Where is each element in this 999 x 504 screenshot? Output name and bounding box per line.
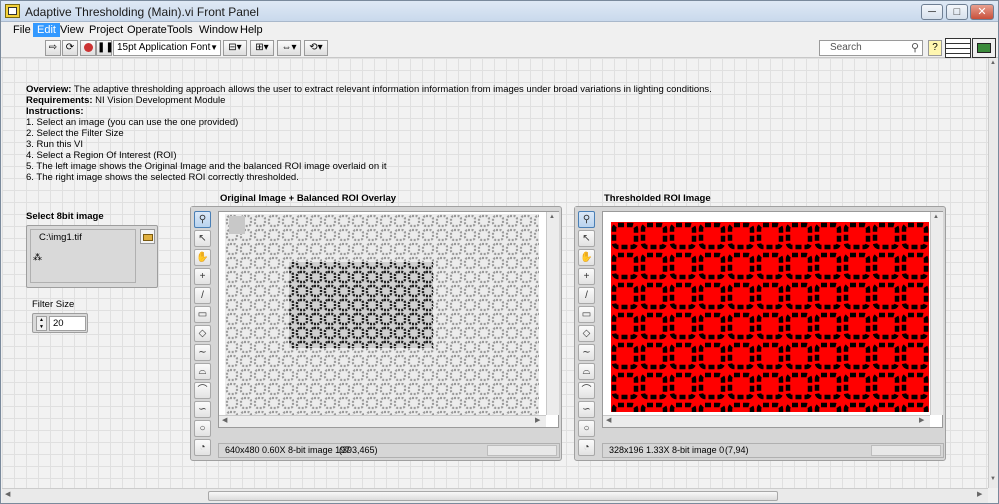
left-vertical-scrollbar[interactable]: ▲ <box>546 212 559 415</box>
labview-app-icon <box>5 4 20 18</box>
right-status-bar: 328x196 1.33X 8-bit image 0 (7,94) <box>602 443 944 458</box>
freehand-region-icon[interactable]: ∽ <box>194 401 211 418</box>
instructions-label: Instructions: <box>26 106 84 117</box>
font-selector[interactable]: 15pt Application Font ▼ <box>113 40 221 56</box>
thresholded-image-display: ⚲ ↖ ✋ + / ▭ ◇ ∼ ⌓ ⌒ ∽ ○ ◔ ▲ ◀ ▶ 328x196 … <box>574 206 946 461</box>
right-horizontal-scrollbar[interactable]: ◀ ▶ <box>603 415 930 427</box>
align-objects-icon[interactable]: ⊟▾ <box>223 40 247 56</box>
requirements-text: NI Vision Development Module <box>92 95 226 106</box>
image-path-control: C:\img1.tif ⁂ <box>26 225 158 288</box>
rectangle-icon[interactable]: ▭ <box>578 306 595 323</box>
menu-view[interactable]: View <box>56 23 88 37</box>
line-icon[interactable]: / <box>578 287 595 304</box>
zoom-icon[interactable]: ⚲ <box>578 211 595 228</box>
rotated-rect-icon[interactable]: ◇ <box>578 325 595 342</box>
image-path-value: C:\img1.tif <box>39 232 82 243</box>
run-continuously-button[interactable]: ⟳ <box>62 40 78 56</box>
toolbar: ⇨ ⟳ ❚❚ 15pt Application Font ▼ ⊟▾ ⊞▾ ⇔▾ ⟲… <box>1 38 998 58</box>
reorder-icon[interactable]: ⟲▾ <box>304 40 328 56</box>
pan-icon[interactable]: ✋ <box>194 249 211 266</box>
panel-vertical-scrollbar[interactable]: ▲ ▼ <box>988 58 998 488</box>
instruction-step: 6. The right image shows the selected RO… <box>26 172 299 183</box>
left-display-title: Original Image + Balanced ROI Overlay <box>220 193 397 204</box>
instruction-step: 3. Run this VI <box>26 139 84 150</box>
pointer-icon[interactable]: ↖ <box>578 230 595 247</box>
instruction-step: 1. Select an image (you can use the one … <box>26 117 239 128</box>
help-icon[interactable]: ? <box>928 40 942 56</box>
connector-pane-icon[interactable] <box>945 38 971 58</box>
original-image <box>225 214 539 417</box>
resize-objects-icon[interactable]: ⇔▾ <box>277 40 301 56</box>
crosshair-icon[interactable]: + <box>194 268 211 285</box>
filter-size-control: ▲ ▼ 20 <box>32 313 88 333</box>
annulus-arc-icon[interactable]: ⌓ <box>578 363 595 380</box>
right-vertical-scrollbar[interactable]: ▲ <box>930 212 943 415</box>
horizontal-scroll-thumb[interactable] <box>208 491 778 501</box>
original-image-canvas[interactable]: ▲ ◀ ▶ <box>218 211 559 428</box>
vi-icon[interactable] <box>972 38 996 58</box>
annulus-arc-icon[interactable]: ⌓ <box>194 363 211 380</box>
folder-icon <box>143 234 153 241</box>
left-horizontal-scrollbar[interactable]: ◀ ▶ <box>219 415 546 427</box>
overview-label: Overview: <box>26 84 72 95</box>
left-status-coords: (393,465) <box>339 445 378 455</box>
filter-size-label: Filter Size <box>32 299 75 310</box>
right-display-title: Thresholded ROI Image <box>604 193 711 204</box>
freehand-line-icon[interactable]: ∼ <box>194 344 211 361</box>
filter-size-input[interactable]: 20 <box>49 316 86 331</box>
image-path-field[interactable]: C:\img1.tif ⁂ <box>30 229 136 283</box>
close-button[interactable]: ✕ <box>970 4 994 20</box>
right-status-coords: (7,94) <box>725 445 749 455</box>
annulus-icon[interactable]: ◔ <box>578 439 595 456</box>
abort-button[interactable] <box>80 40 96 56</box>
polyline-icon[interactable]: ⌒ <box>578 382 595 399</box>
minimize-button[interactable]: ─ <box>921 4 943 20</box>
window: Adaptive Thresholding (Main).vi Front Pa… <box>0 0 999 504</box>
polyline-icon[interactable]: ⌒ <box>194 382 211 399</box>
requirements-label: Requirements: <box>26 95 93 106</box>
menu-bar: File Edit View Project Operate Tools Win… <box>1 22 998 38</box>
pan-icon[interactable]: ✋ <box>578 249 595 266</box>
window-title: Adaptive Thresholding (Main).vi Front Pa… <box>25 5 259 19</box>
left-status-bar: 640x480 0.60X 8-bit image 197 (393,465) <box>218 443 560 458</box>
path-indicator-icon: ⁂ <box>33 252 42 262</box>
search-icon: ⚲ <box>910 42 919 54</box>
instruction-step: 2. Select the Filter Size <box>26 128 124 139</box>
ellipse-icon[interactable]: ○ <box>194 420 211 437</box>
menu-tools[interactable]: Tools <box>163 23 197 37</box>
freehand-line-icon[interactable]: ∼ <box>578 344 595 361</box>
instruction-step: 4. Select a Region Of Interest (ROI) <box>26 150 177 161</box>
front-panel: Overview: The adaptive thresholding appr… <box>2 58 988 488</box>
thresholded-image-canvas[interactable]: ▲ ◀ ▶ <box>602 211 943 428</box>
image-path-label: Select 8bit image <box>26 211 104 222</box>
search-input[interactable]: Search ⚲ <box>819 40 923 56</box>
menu-help[interactable]: Help <box>236 23 267 37</box>
pointer-icon[interactable]: ↖ <box>194 230 211 247</box>
maximize-button[interactable]: □ <box>946 4 968 20</box>
right-status-info: 328x196 1.33X 8-bit image 0 <box>609 445 725 455</box>
run-button[interactable]: ⇨ <box>45 40 61 56</box>
rotated-rect-icon[interactable]: ◇ <box>194 325 211 342</box>
left-status-info: 640x480 0.60X 8-bit image 197 <box>225 445 351 455</box>
menu-file[interactable]: File <box>9 23 35 37</box>
thresholded-image <box>611 222 929 412</box>
panel-horizontal-scrollbar[interactable]: ◀ ▶ <box>2 488 988 503</box>
distribute-objects-icon[interactable]: ⊞▾ <box>250 40 274 56</box>
ellipse-icon[interactable]: ○ <box>578 420 595 437</box>
pause-button[interactable]: ❚❚ <box>96 40 114 56</box>
instruction-step: 5. The left image shows the Original Ima… <box>26 161 387 172</box>
title-bar: Adaptive Thresholding (Main).vi Front Pa… <box>1 1 998 22</box>
overview-text: The adaptive thresholding approach allow… <box>71 84 712 95</box>
freehand-region-icon[interactable]: ∽ <box>578 401 595 418</box>
description-text: Overview: The adaptive thresholding appr… <box>26 84 746 183</box>
menu-project[interactable]: Project <box>85 23 127 37</box>
filter-size-stepper[interactable]: ▲ ▼ <box>36 316 47 331</box>
browse-folder-button[interactable] <box>140 229 155 244</box>
original-image-display: ⚲ ↖ ✋ + / ▭ ◇ ∼ ⌓ ⌒ ∽ ○ ◔ ▲ ◀ ▶ 640x480 … <box>190 206 562 461</box>
zoom-icon[interactable]: ⚲ <box>194 211 211 228</box>
line-icon[interactable]: / <box>194 287 211 304</box>
annulus-icon[interactable]: ◔ <box>194 439 211 456</box>
rectangle-icon[interactable]: ▭ <box>194 306 211 323</box>
crosshair-icon[interactable]: + <box>578 268 595 285</box>
